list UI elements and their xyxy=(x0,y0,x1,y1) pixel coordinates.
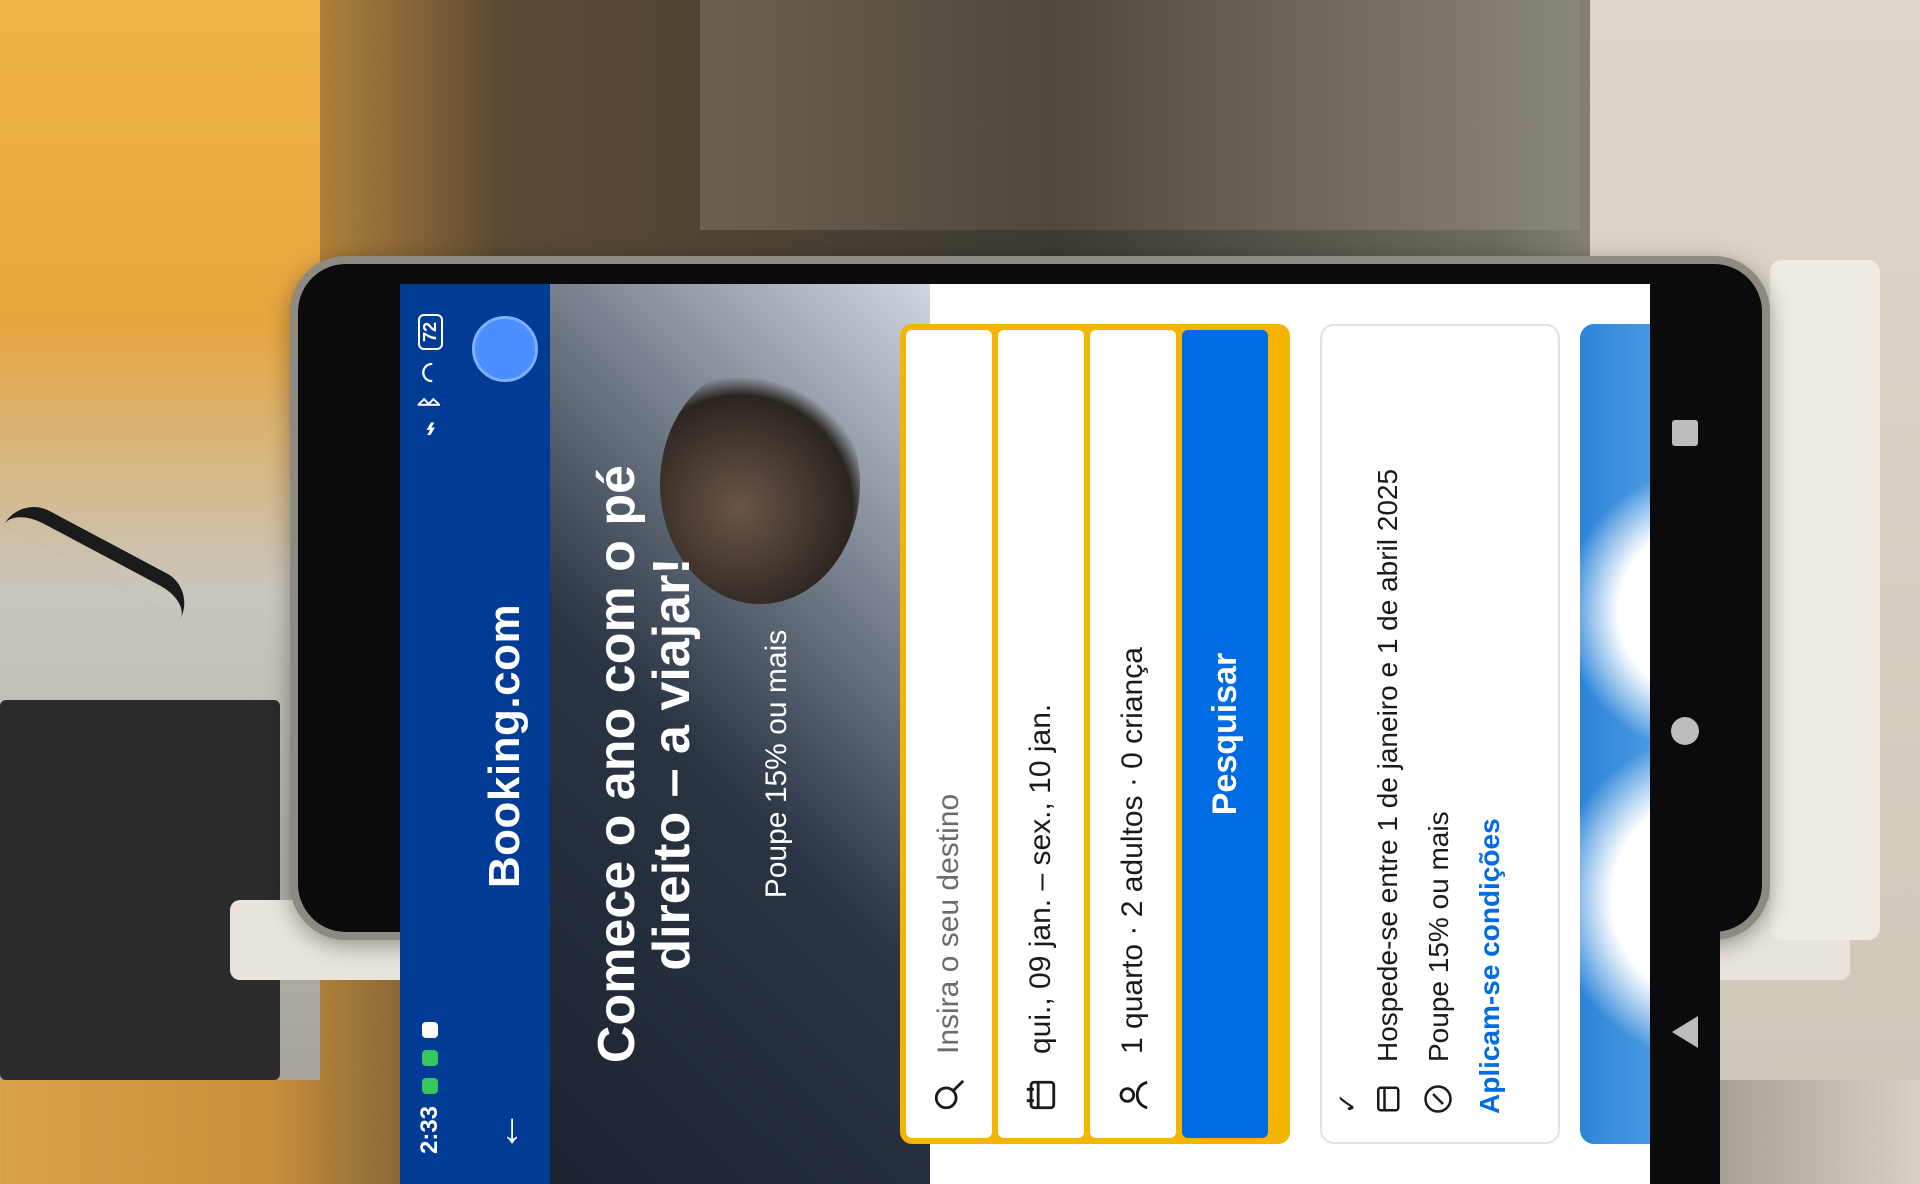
search-form: Insira o seu destino qui., 09 jan. – sex… xyxy=(900,324,1290,1144)
promo-stay-window: Hospede-se entre 1 de janeiro e 1 de abr… xyxy=(1372,468,1403,1062)
status-time: 2:33 xyxy=(416,1105,443,1154)
status-left: 2:33 xyxy=(416,1021,444,1154)
status-right: ⌁ ᛒ ◠ 72 xyxy=(416,314,445,436)
guests-field[interactable]: 1 quarto · 2 adultos · 0 criança xyxy=(1090,330,1176,1138)
recents-nav-icon[interactable] xyxy=(1672,419,1698,446)
hero-subtitle: Poupe 15% ou mais xyxy=(760,629,793,899)
back-nav-icon[interactable] xyxy=(1672,1016,1698,1049)
app-notification-icon xyxy=(422,1049,438,1066)
promo-stay-row: Hospede-se entre 1 de janeiro e 1 de abr… xyxy=(1372,354,1409,1114)
avatar[interactable] xyxy=(472,316,538,382)
home-nav-icon[interactable] xyxy=(1671,717,1699,746)
brand-title: Booking.com xyxy=(480,603,529,889)
scene-dark-block xyxy=(0,700,280,1080)
app-screen: 2:33 ⌁ ᛒ ◠ 72 ← Booking.com Comece o ano… xyxy=(400,284,1720,1184)
search-icon xyxy=(930,1076,968,1114)
scene-shelf-top xyxy=(700,0,1580,230)
promo-discount-row: Poupe 15% ou mais xyxy=(1423,354,1460,1114)
hero-title: Comece o ano com o pé direito – a viajar… xyxy=(588,464,701,1064)
search-button[interactable]: Pesquisar xyxy=(1182,330,1268,1138)
check-icon: ✓ xyxy=(1332,1092,1362,1114)
nfc-icon: ⌁ xyxy=(416,421,444,436)
dates-value: qui., 09 jan. – sex., 10 jan. xyxy=(1024,703,1057,1054)
calendar-icon xyxy=(1022,1076,1060,1114)
percent-icon xyxy=(1423,1084,1460,1114)
app-bar: ← Booking.com xyxy=(460,284,550,1184)
guests-value: 1 quarto · 2 adultos · 0 criança xyxy=(1116,647,1149,1054)
back-arrow-icon[interactable]: ← xyxy=(481,1110,528,1152)
battery-level: 72 xyxy=(419,322,440,343)
conditions-link[interactable]: Aplicam-se condições xyxy=(1474,354,1506,1114)
android-nav-bar xyxy=(1650,284,1720,1184)
app-notification-icon xyxy=(422,1021,438,1038)
person-icon xyxy=(1114,1076,1152,1114)
phone-holder-side xyxy=(1770,260,1880,940)
bluetooth-icon: ᛒ xyxy=(416,394,443,410)
battery-icon: 72 xyxy=(417,314,443,351)
app-notification-icon xyxy=(422,1077,438,1094)
promo-card: ✓ Hospede-se entre 1 de janeiro e 1 de a… xyxy=(1320,324,1560,1144)
promo-discount: Poupe 15% ou mais xyxy=(1423,811,1454,1062)
phone-screen: 2:33 ⌁ ᛒ ◠ 72 ← Booking.com Comece o ano… xyxy=(400,284,1720,1184)
destination-placeholder: Insira o seu destino xyxy=(932,793,965,1054)
dates-field[interactable]: qui., 09 jan. – sex., 10 jan. xyxy=(998,330,1084,1138)
calendar-icon xyxy=(1372,1084,1409,1114)
promo-spacer xyxy=(1344,354,1372,1114)
hero-banner: Comece o ano com o pé direito – a viajar… xyxy=(550,284,930,1184)
wifi-icon: ◠ xyxy=(416,362,444,383)
status-bar: 2:33 ⌁ ᛒ ◠ 72 xyxy=(400,284,460,1184)
destination-field[interactable]: Insira o seu destino xyxy=(906,330,992,1138)
